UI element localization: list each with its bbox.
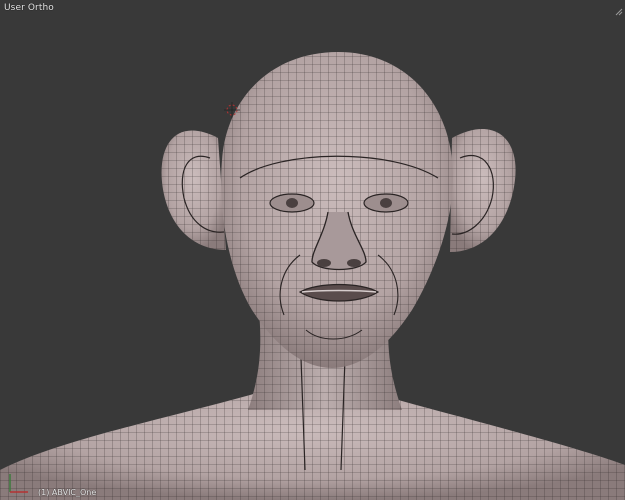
3d-viewport[interactable]: User Ortho (1) ABVIC_One [0, 0, 625, 500]
head-face-mesh [221, 52, 453, 368]
left-ear-mesh [161, 130, 226, 250]
axis-gizmo-icon [9, 474, 28, 493]
right-ear-mesh [450, 129, 516, 252]
active-object-label: (1) ABVIC_One [38, 488, 97, 497]
corner-resize-icon[interactable] [615, 8, 623, 16]
view-name-label: User Ortho [4, 3, 54, 13]
head-mesh[interactable] [0, 0, 625, 500]
